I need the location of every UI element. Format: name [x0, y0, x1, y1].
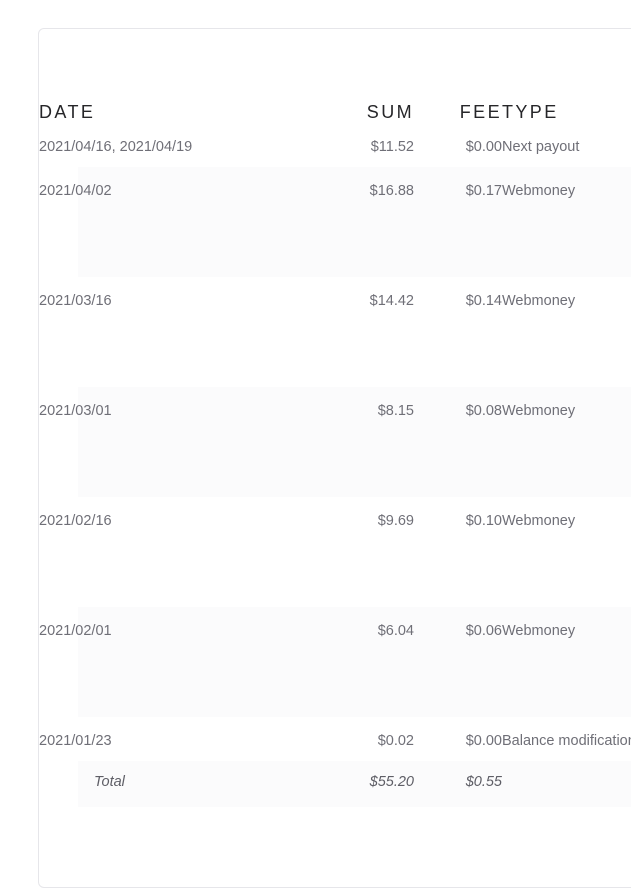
payout-type-cell: Webmoney — [502, 167, 631, 277]
payout-sum-cell-text: $9.69 — [377, 513, 414, 529]
table-header: DATE SUM FEE TYPE — [39, 29, 631, 123]
payout-sum-cell: $11.52 — [334, 123, 414, 167]
payouts-history-card: DATE SUM FEE TYPE 2021/04/16, 2021/04/19… — [38, 28, 631, 888]
payout-date-cell: 2021/04/16, 2021/04/19 — [39, 123, 334, 167]
payout-sum-cell-text: $11.52 — [370, 139, 414, 155]
payout-date-cell: 2021/01/23 — [39, 717, 334, 761]
payout-type-cell-text: Webmoney — [502, 513, 576, 529]
payout-sum-cell: $16.88 — [334, 167, 414, 277]
payout-date-cell-text: 2021/02/16 — [39, 513, 112, 529]
payout-fee-cell: $0.00 — [414, 717, 502, 761]
payout-sum-cell: $6.04 — [334, 607, 414, 717]
payout-fee-cell-text: $0.17 — [465, 183, 502, 199]
total-fee-cell: $0.55 — [414, 761, 502, 807]
table-total-row: Total $55.20 $0.55 — [39, 761, 631, 807]
payout-sum-cell-text: $16.88 — [369, 183, 414, 199]
payout-type-cell: Balance modification — [502, 717, 631, 761]
table-row[interactable]: 2021/04/16, 2021/04/19 $11.52 $0.00 Next pa… — [39, 123, 631, 167]
payout-date-cell-text: 2021/03/16 — [39, 293, 112, 309]
payout-type-cell: Next payout — [502, 123, 631, 167]
payout-type-cell-text: Webmoney — [502, 403, 576, 419]
payout-sum-cell: $14.42 — [334, 277, 414, 387]
total-fee-cell-text: $0.55 — [465, 774, 502, 790]
payouts-table: DATE SUM FEE TYPE 2021/04/16, 2021/04/19… — [39, 29, 631, 807]
table-body: 2021/04/16, 2021/04/19 $11.52 $0.00 Next pa… — [39, 123, 631, 807]
payout-type-cell: Webmoney — [502, 387, 631, 497]
total-type-cell — [502, 761, 631, 807]
payout-type-cell-text: Balance modification — [502, 733, 631, 749]
total-label-cell-text: Total — [94, 774, 125, 790]
total-sum-cell: $55.20 — [334, 761, 414, 807]
payout-fee-cell: $0.00 — [414, 123, 502, 167]
payout-type-cell: Webmoney — [502, 607, 631, 717]
payout-sum-cell-text: $14.42 — [369, 293, 414, 309]
payout-type-cell-text: Webmoney — [502, 293, 576, 309]
payout-fee-cell-text: $0.00 — [465, 733, 502, 749]
table-row[interactable]: 2021/02/01 $6.04 $0.06 Webmoney — [39, 607, 631, 717]
total-label-cell: Total — [39, 761, 334, 807]
payout-date-cell-text: 2021/04/02 — [39, 183, 112, 199]
payout-fee-cell-text: $0.14 — [465, 293, 502, 309]
column-header-date: DATE — [39, 102, 96, 122]
total-sum-cell-text: $55.20 — [369, 774, 414, 790]
payout-fee-cell: $0.06 — [414, 607, 502, 717]
payout-date-cell-text: 2021/03/01 — [39, 403, 112, 419]
column-header-sum: SUM — [366, 102, 414, 122]
payout-type-cell: Webmoney — [502, 277, 631, 387]
payout-fee-cell-text: $0.00 — [465, 139, 502, 155]
payout-sum-cell: $9.69 — [334, 497, 414, 607]
payout-type-cell-text: Webmoney — [502, 183, 576, 199]
column-header-type: TYPE — [502, 102, 559, 122]
payout-date-cell: 2021/03/16 — [39, 277, 334, 387]
table-row[interactable]: 2021/02/16 $9.69 $0.10 Webmoney — [39, 497, 631, 607]
payout-date-cell-text: 2021/02/01 — [39, 623, 112, 639]
payout-date-cell: 2021/02/01 — [39, 607, 334, 717]
payout-sum-cell: $8.15 — [334, 387, 414, 497]
payout-sum-cell-text: $8.15 — [377, 403, 414, 419]
payout-type-cell: Webmoney — [502, 497, 631, 607]
payout-sum-cell-text: $6.04 — [377, 623, 414, 639]
table-row[interactable]: 2021/03/16 $14.42 $0.14 Webmoney — [39, 277, 631, 387]
payout-fee-cell: $0.10 — [414, 497, 502, 607]
payout-type-cell-text: Webmoney — [502, 623, 576, 639]
payout-date-cell: 2021/04/02 — [39, 167, 334, 277]
payout-date-cell: 2021/02/16 — [39, 497, 334, 607]
column-header-fee: FEE — [459, 102, 502, 122]
payout-fee-cell-text: $0.06 — [465, 623, 502, 639]
payout-date-cell-text: 2021/01/23 — [39, 733, 112, 749]
payout-fee-cell-text: $0.08 — [465, 403, 502, 419]
payout-date-cell: 2021/03/01 — [39, 387, 334, 497]
table-header-row: DATE SUM FEE TYPE — [39, 29, 631, 123]
payout-date-cell-text: 2021/04/16, 2021/04/19 — [39, 139, 193, 155]
table-row[interactable]: 2021/03/01 $8.15 $0.08 Webmoney — [39, 387, 631, 497]
table-row[interactable]: 2021/01/23 $0.02 $0.00 Balance modification — [39, 717, 631, 761]
payout-type-cell-text: Next payout — [502, 139, 580, 155]
payout-fee-cell: $0.08 — [414, 387, 502, 497]
table-row[interactable]: 2021/04/02 $16.88 $0.17 Webmoney — [39, 167, 631, 277]
payout-sum-cell-text: $0.02 — [377, 733, 414, 749]
payout-fee-cell: $0.17 — [414, 167, 502, 277]
payout-sum-cell: $0.02 — [334, 717, 414, 761]
payout-fee-cell: $0.14 — [414, 277, 502, 387]
payout-fee-cell-text: $0.10 — [465, 513, 502, 529]
